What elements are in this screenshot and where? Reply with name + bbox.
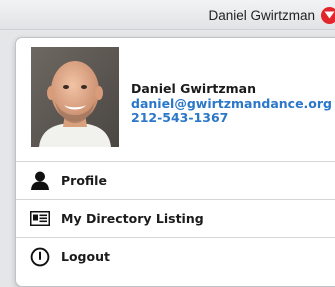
chevron-down-icon[interactable] bbox=[321, 6, 335, 24]
profile-phone-link[interactable]: 212-543-1367 bbox=[131, 110, 332, 126]
power-icon bbox=[29, 247, 51, 267]
profile-email-link[interactable]: daniel@gwirtzmandance.org bbox=[131, 96, 332, 112]
menu-item-label: Profile bbox=[61, 173, 107, 188]
person-icon bbox=[29, 171, 51, 191]
menu-item-label: Logout bbox=[61, 249, 110, 264]
profile-name: Daniel Gwirtzman bbox=[131, 81, 256, 96]
menu-item-directory-listing[interactable]: My Directory Listing bbox=[16, 200, 335, 237]
profile-info: Daniel Gwirtzman daniel@gwirtzmandance.o… bbox=[131, 81, 332, 126]
menu-item-logout[interactable]: Logout bbox=[16, 238, 335, 275]
user-menu-toggle[interactable]: Daniel Gwirtzman bbox=[208, 0, 335, 30]
top-bar: Daniel Gwirtzman bbox=[0, 0, 335, 30]
menu-item-label: My Directory Listing bbox=[61, 211, 204, 226]
profile-card: Daniel Gwirtzman daniel@gwirtzmandance.o… bbox=[16, 38, 335, 161]
menu-item-profile[interactable]: Profile bbox=[16, 162, 335, 199]
user-dropdown-menu: Daniel Gwirtzman daniel@gwirtzmandance.o… bbox=[15, 37, 335, 287]
id-card-icon bbox=[29, 209, 51, 229]
avatar bbox=[31, 47, 119, 147]
user-menu-name: Daniel Gwirtzman bbox=[208, 7, 315, 23]
